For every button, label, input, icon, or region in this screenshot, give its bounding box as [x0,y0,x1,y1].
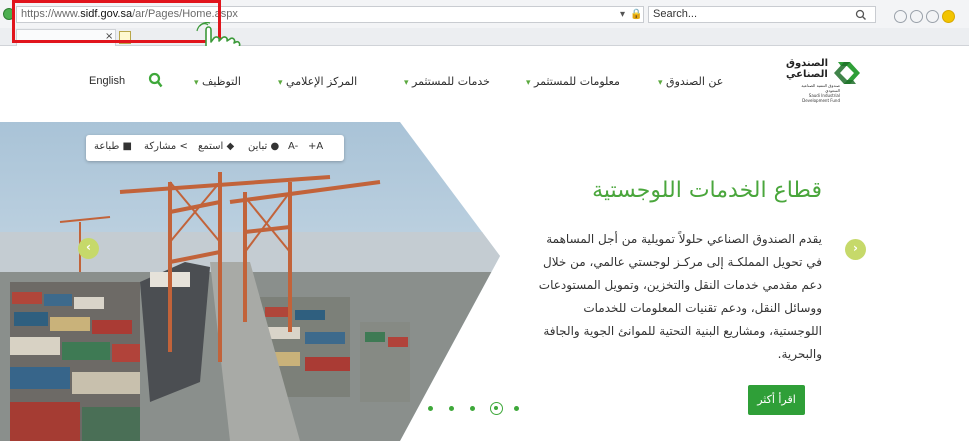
share-icon: < [179,141,188,152]
font-increase-button[interactable]: +A [308,141,323,152]
nav-item-careers[interactable]: ▾ التوظيف [191,75,241,88]
nav-item-about-fund[interactable]: ▾ عن الصندوق [655,75,723,88]
share-button[interactable]: مشاركة < [144,141,188,152]
browser-search-field[interactable]: Search... [648,6,876,23]
search-icon[interactable] [855,9,869,21]
print-button[interactable]: طباعة ■ [94,141,132,152]
slide-description: يقدم الصندوق الصناعي حلولاً تمويلية من أ… [538,232,822,361]
slider-dot-4-active[interactable] [490,402,503,415]
logo-subtitle: صندوق التنمية الصناعية السعودي Saudi Indu… [801,83,840,103]
accessibility-toolbar: +A A- تباين ● استمع ◆ مشاركة < طباعة ■ [86,135,344,161]
slide-title: قطاع الخدمات اللوجستية [592,178,822,203]
logo-line1: الصندوق [786,58,829,69]
printer-icon: ■ [122,141,132,152]
chevron-right-icon: › [853,241,858,255]
sidf-logo[interactable]: الصندوق الصناعي صندوق التنمية الصناعية ا… [786,54,866,103]
eye-icon: ● [270,141,280,152]
logo-line2: الصناعي [786,69,828,80]
home-icon[interactable] [894,10,907,23]
slider-dot-1[interactable] [428,406,433,411]
read-more-button[interactable]: اقرأ أكثر [748,385,805,415]
speaker-icon: ◆ [226,141,235,152]
slider-dot-2[interactable] [449,406,454,411]
port-cranes-photo [0,122,500,441]
url-highlight-annotation [12,0,221,43]
nav-item-investor-info[interactable]: ▾ معلومات للمستثمر [523,75,620,88]
browser-toolbar-icons [894,8,969,23]
feedback-smiley-icon[interactable] [942,10,955,23]
sidf-logo-mark-icon [834,62,860,84]
slider-prev-button[interactable]: ‹ [78,238,99,259]
settings-gear-icon[interactable] [926,10,939,23]
site-header: الصندوق الصناعي صندوق التنمية الصناعية ا… [0,46,969,122]
nav-item-investor-services[interactable]: ▾ خدمات للمستثمر [401,75,490,88]
chevron-left-icon: ‹ [86,240,91,254]
language-switch-english[interactable]: English [89,75,125,87]
page-root: https://www.sidf.gov.sa/ar/Pages/Home.as… [0,0,969,441]
listen-button[interactable]: استمع ◆ [198,141,234,152]
slider-pagination [428,402,528,416]
font-decrease-button[interactable]: A- [288,141,298,152]
favorites-star-icon[interactable] [910,10,923,23]
contrast-button[interactable]: تباين ● [248,141,279,152]
nav-item-media-center[interactable]: ▾ المركز الإعلامي [275,75,357,88]
slider-dot-3[interactable] [470,406,475,411]
site-search-icon[interactable] [148,72,163,88]
slider-next-button[interactable]: › [845,239,866,260]
slider-dot-5[interactable] [514,406,519,411]
browser-search-placeholder: Search... [653,8,698,20]
hero-slider: +A A- تباين ● استمع ◆ مشاركة < طباعة ■ ‹… [0,122,969,441]
